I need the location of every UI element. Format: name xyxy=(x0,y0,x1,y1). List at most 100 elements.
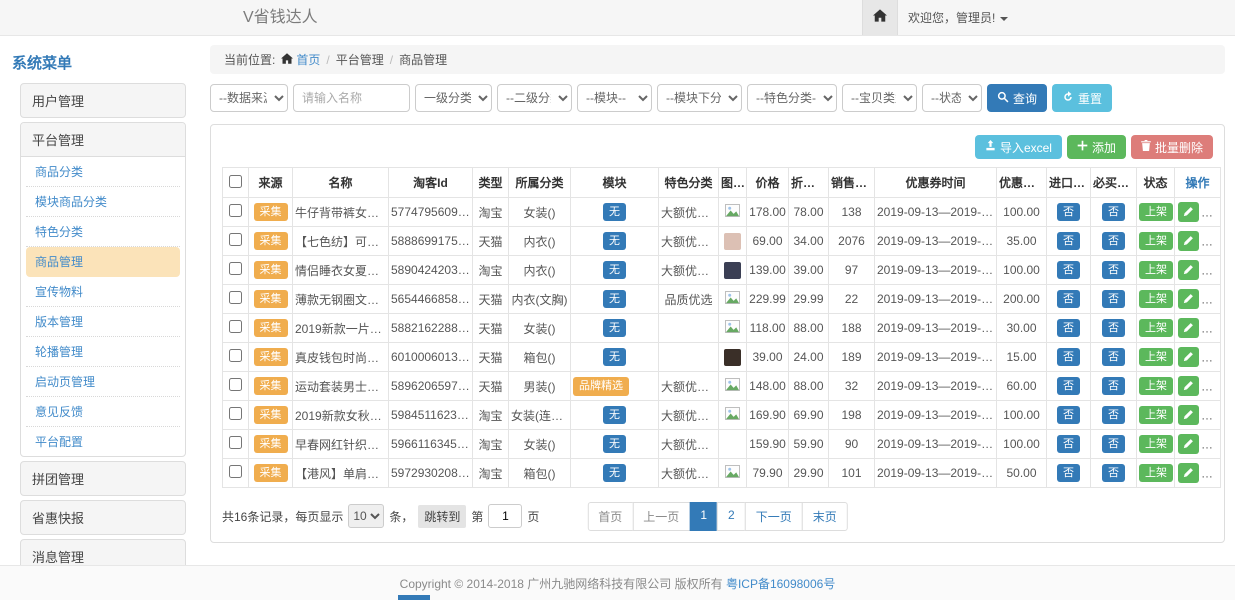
reset-button[interactable]: 重置 xyxy=(1052,84,1112,112)
module-badge[interactable]: 无 xyxy=(603,232,626,250)
sidebar-subitem[interactable]: 轮播管理 xyxy=(26,337,180,367)
edit-button[interactable] xyxy=(1178,405,1199,425)
import-select-badge[interactable]: 否 xyxy=(1057,319,1080,337)
row-checkbox[interactable] xyxy=(229,204,242,217)
sidebar-group-user-mgmt[interactable]: 用户管理 xyxy=(20,83,186,118)
add-button[interactable]: 添加 xyxy=(1067,135,1126,159)
sidebar-subitem[interactable]: 版本管理 xyxy=(26,307,180,337)
must-buy-badge[interactable]: 否 xyxy=(1102,348,1125,366)
import-select-badge[interactable]: 否 xyxy=(1057,348,1080,366)
row-checkbox[interactable] xyxy=(229,262,242,275)
import-select-badge[interactable]: 否 xyxy=(1057,406,1080,424)
select-all-checkbox[interactable] xyxy=(229,175,242,188)
import-select-badge[interactable]: 否 xyxy=(1057,203,1080,221)
level1-category-select[interactable]: 一级分类 xyxy=(415,84,492,112)
data-source-select[interactable]: --数据来源-- xyxy=(210,84,288,112)
sidebar-group[interactable]: 拼团管理 xyxy=(20,461,186,496)
search-button[interactable]: 查询 xyxy=(987,84,1047,112)
module-badge[interactable]: 无 xyxy=(603,464,626,482)
import-select-badge[interactable]: 否 xyxy=(1057,377,1080,395)
feature-category-select[interactable]: --特色分类-- xyxy=(747,84,837,112)
row-checkbox[interactable] xyxy=(229,233,242,246)
status-badge[interactable]: 上架 xyxy=(1139,290,1173,308)
edit-button[interactable] xyxy=(1178,260,1199,280)
breadcrumb-home-link[interactable]: 首页 xyxy=(281,51,320,68)
sidebar-subitem[interactable]: 商品管理 xyxy=(26,247,180,277)
page-button[interactable]: 下一页 xyxy=(745,502,803,531)
module-badge[interactable]: 无 xyxy=(603,435,626,453)
edit-button[interactable] xyxy=(1178,289,1199,309)
must-buy-badge[interactable]: 否 xyxy=(1102,261,1125,279)
jump-button[interactable]: 跳转到 xyxy=(418,505,466,528)
module-badge[interactable]: 无 xyxy=(603,406,626,424)
module-sub-select[interactable]: --模块下分类-- xyxy=(657,84,742,112)
edit-button[interactable] xyxy=(1178,231,1199,251)
module-badge[interactable]: 无 xyxy=(603,261,626,279)
row-checkbox[interactable] xyxy=(229,407,242,420)
import-select-badge[interactable]: 否 xyxy=(1057,261,1080,279)
import-excel-button[interactable]: 导入excel xyxy=(975,135,1062,159)
row-checkbox[interactable] xyxy=(229,291,242,304)
batch-delete-button[interactable]: 批量删除 xyxy=(1131,135,1213,159)
edit-button[interactable] xyxy=(1178,202,1199,222)
sidebar-group-platform-mgmt[interactable]: 平台管理 xyxy=(21,123,185,157)
module-badge[interactable]: 无 xyxy=(603,290,626,308)
module-badge[interactable]: 品牌精选 xyxy=(573,377,629,395)
module-select[interactable]: --模块-- xyxy=(577,84,652,112)
page-button[interactable]: 2 xyxy=(717,502,746,531)
row-checkbox[interactable] xyxy=(229,349,242,362)
sidebar-group[interactable]: 省惠快报 xyxy=(20,500,186,535)
user-menu[interactable]: 欢迎您，管理员! xyxy=(908,0,1008,36)
page-button[interactable]: 1 xyxy=(689,502,718,531)
sidebar-subitem[interactable]: 模块商品分类 xyxy=(26,187,180,217)
status-badge[interactable]: 上架 xyxy=(1139,319,1173,337)
must-buy-badge[interactable]: 否 xyxy=(1102,319,1125,337)
module-badge[interactable]: 无 xyxy=(603,319,626,337)
row-checkbox[interactable] xyxy=(229,465,242,478)
module-badge[interactable]: 无 xyxy=(603,348,626,366)
module-badge[interactable]: 无 xyxy=(603,203,626,221)
must-buy-badge[interactable]: 否 xyxy=(1102,203,1125,221)
edit-button[interactable] xyxy=(1178,463,1199,483)
level2-category-select[interactable]: --二级分类-- xyxy=(497,84,572,112)
status-badge[interactable]: 上架 xyxy=(1139,377,1173,395)
header-home-button[interactable] xyxy=(862,0,898,35)
must-buy-badge[interactable]: 否 xyxy=(1102,435,1125,453)
page-button[interactable]: 上一页 xyxy=(632,502,690,531)
status-badge[interactable]: 上架 xyxy=(1139,203,1173,221)
icp-link[interactable]: 粤ICP备16098006号 xyxy=(726,575,835,592)
sidebar-subitem[interactable]: 特色分类 xyxy=(26,217,180,247)
status-badge[interactable]: 上架 xyxy=(1139,261,1173,279)
must-buy-badge[interactable]: 否 xyxy=(1102,406,1125,424)
page-button[interactable]: 末页 xyxy=(802,502,848,531)
row-checkbox[interactable] xyxy=(229,320,242,333)
status-badge[interactable]: 上架 xyxy=(1139,464,1173,482)
import-select-badge[interactable]: 否 xyxy=(1057,290,1080,308)
sidebar-subitem[interactable]: 意见反馈 xyxy=(26,397,180,427)
sidebar-subitem[interactable]: 平台配置 xyxy=(26,427,180,456)
status-badge[interactable]: 上架 xyxy=(1139,406,1173,424)
name-search-input[interactable] xyxy=(293,84,410,112)
item-type-select[interactable]: --宝贝类型-- xyxy=(842,84,917,112)
jump-page-input[interactable] xyxy=(488,504,522,528)
status-badge[interactable]: 上架 xyxy=(1139,435,1173,453)
edit-button[interactable] xyxy=(1178,318,1199,338)
import-select-badge[interactable]: 否 xyxy=(1057,435,1080,453)
must-buy-badge[interactable]: 否 xyxy=(1102,290,1125,308)
per-page-select[interactable]: 10 xyxy=(348,504,384,528)
edit-button[interactable] xyxy=(1178,434,1199,454)
edit-button[interactable] xyxy=(1178,376,1199,396)
sidebar-subitem[interactable]: 启动页管理 xyxy=(26,367,180,397)
must-buy-badge[interactable]: 否 xyxy=(1102,377,1125,395)
must-buy-badge[interactable]: 否 xyxy=(1102,232,1125,250)
status-badge[interactable]: 上架 xyxy=(1139,232,1173,250)
import-select-badge[interactable]: 否 xyxy=(1057,464,1080,482)
row-checkbox[interactable] xyxy=(229,378,242,391)
status-badge[interactable]: 上架 xyxy=(1139,348,1173,366)
sidebar-subitem[interactable]: 宣传物料 xyxy=(26,277,180,307)
row-checkbox[interactable] xyxy=(229,436,242,449)
page-button[interactable]: 首页 xyxy=(587,502,633,531)
edit-button[interactable] xyxy=(1178,347,1199,367)
status-select[interactable]: --状态-- xyxy=(922,84,982,112)
import-select-badge[interactable]: 否 xyxy=(1057,232,1080,250)
